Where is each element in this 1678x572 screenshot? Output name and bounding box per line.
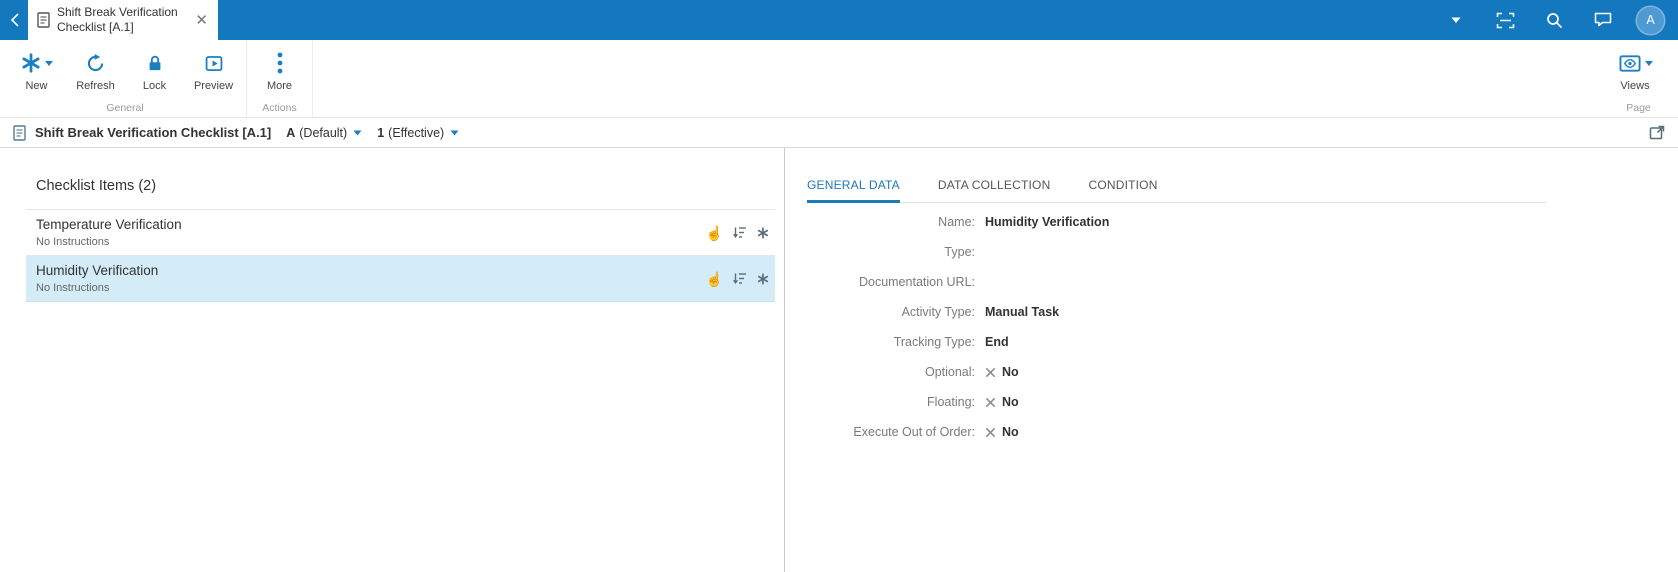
document-tab[interactable]: Shift Break Verification Checklist [A.1]… <box>28 0 218 40</box>
sort-order-icon[interactable] <box>733 226 747 239</box>
revision-status: (Default) <box>299 125 348 140</box>
manual-task-hand-icon: ☝ <box>705 224 723 241</box>
checklist-document-icon <box>13 124 26 141</box>
field-label: Activity Type: <box>901 305 975 319</box>
chevron-left-icon <box>10 13 19 27</box>
list-item-humidity-verification[interactable]: Humidity Verification No Instructions ☝ <box>26 256 775 302</box>
field-documentation-url: Documentation URL: <box>807 267 1678 297</box>
new-asterisk-icon <box>22 53 40 73</box>
back-button[interactable] <box>0 0 28 40</box>
user-avatar[interactable]: A <box>1637 6 1664 34</box>
tab-data-collection[interactable]: DATA COLLECTION <box>938 178 1051 202</box>
field-label: Tracking Type: <box>893 335 975 349</box>
tab-condition[interactable]: CONDITION <box>1088 178 1157 202</box>
ribbon-group-general: New Refresh Lock Preview General <box>4 40 247 117</box>
field-type: Type: <box>807 237 1678 267</box>
details-panel: GENERAL DATA DATA COLLECTION CONDITION N… <box>785 148 1678 572</box>
revision-selector[interactable]: A (Default) <box>286 126 362 140</box>
field-tracking-type: Tracking Type: End <box>807 327 1678 357</box>
boolean-value: No <box>1002 425 1019 439</box>
checklist-items-panel: Checklist Items (2) Temperature Verifica… <box>0 148 785 572</box>
general-data-form: Name: Humidity Verification Type: Docume… <box>807 207 1678 447</box>
field-value: End <box>985 335 1009 349</box>
revision-caret-icon <box>353 130 362 136</box>
field-label: Floating: <box>927 395 975 409</box>
manual-task-hand-icon: ☝ <box>705 270 723 287</box>
more-ellipsis-icon <box>277 49 283 77</box>
ribbon-group-page: Views Page <box>1599 40 1678 117</box>
field-label: Documentation URL: <box>858 275 975 289</box>
topbar-actions: A <box>1418 0 1678 40</box>
boolean-value: No <box>1002 395 1019 409</box>
ribbon-toolbar: New Refresh Lock Preview General More Ac… <box>0 40 1678 118</box>
item-instructions: No Instructions <box>36 282 110 294</box>
lock-icon <box>145 49 165 77</box>
field-label: Optional: <box>924 365 975 379</box>
version-caret-icon <box>450 130 459 136</box>
views-dropdown-caret-icon <box>1644 60 1653 66</box>
main-content: Checklist Items (2) Temperature Verifica… <box>0 148 1678 572</box>
top-app-bar: Shift Break Verification Checklist [A.1]… <box>0 0 1678 40</box>
version-value: 1 <box>377 125 385 140</box>
chevron-down-icon[interactable] <box>1445 9 1467 31</box>
field-value: No <box>985 395 1019 409</box>
item-name: Temperature Verification <box>36 217 182 232</box>
breadcrumb-title: Shift Break Verification Checklist [A.1] <box>35 125 272 140</box>
details-tabs: GENERAL DATA DATA COLLECTION CONDITION <box>807 178 1546 203</box>
field-execute-out-of-order: Execute Out of Order: No <box>807 417 1678 447</box>
views-eye-icon <box>1619 54 1640 72</box>
item-action-icons: ☝ <box>706 226 769 240</box>
field-label: Execute Out of Order: <box>853 425 975 439</box>
checklist-item-list: Temperature Verification No Instructions… <box>26 209 775 302</box>
ribbon-group-actions: More Actions <box>247 40 313 117</box>
checklist-items-heading: Checklist Items (2) <box>36 178 157 194</box>
revision-value: A <box>286 125 296 140</box>
field-name: Name: Humidity Verification <box>807 207 1678 237</box>
document-icon <box>37 12 50 28</box>
tab-general-data[interactable]: GENERAL DATA <box>807 178 900 203</box>
search-icon[interactable] <box>1543 9 1565 31</box>
asterisk-icon <box>757 272 769 285</box>
item-name: Humidity Verification <box>36 263 159 278</box>
field-label: Name: <box>938 215 975 229</box>
breadcrumb-bar: Shift Break Verification Checklist [A.1]… <box>0 118 1678 148</box>
ribbon-spacer <box>313 40 1599 117</box>
boolean-value: No <box>1002 365 1019 379</box>
item-instructions: No Instructions <box>36 236 110 248</box>
sort-order-icon[interactable] <box>733 272 747 285</box>
preview-play-icon <box>203 49 225 77</box>
x-mark-icon <box>985 427 996 438</box>
x-mark-icon <box>985 367 996 378</box>
version-status: (Effective) <box>388 125 445 140</box>
field-value: No <box>985 365 1019 379</box>
document-tab-title: Shift Break Verification Checklist [A.1] <box>57 5 178 34</box>
field-label: Type: <box>944 245 975 259</box>
ribbon-group-label-page: Page <box>1626 102 1651 114</box>
ribbon-group-label-actions: Actions <box>262 102 297 114</box>
version-selector[interactable]: 1 (Effective) <box>377 126 459 140</box>
field-value: No <box>985 425 1019 439</box>
asterisk-icon <box>757 226 769 239</box>
scan-icon[interactable] <box>1494 9 1516 31</box>
chat-icon[interactable] <box>1592 9 1614 31</box>
field-activity-type: Activity Type: Manual Task <box>807 297 1678 327</box>
field-floating: Floating: No <box>807 387 1678 417</box>
list-item-temperature-verification[interactable]: Temperature Verification No Instructions… <box>26 210 775 256</box>
field-optional: Optional: No <box>807 357 1678 387</box>
field-value: Humidity Verification <box>985 215 1110 229</box>
field-value: Manual Task <box>985 305 1060 319</box>
refresh-icon <box>85 49 106 77</box>
close-tab-icon[interactable]: ✕ <box>192 12 211 29</box>
ribbon-group-label-general: General <box>106 102 144 114</box>
item-action-icons: ☝ <box>706 272 769 286</box>
new-dropdown-caret-icon <box>45 60 53 66</box>
x-mark-icon <box>985 397 996 408</box>
open-new-window-icon[interactable] <box>1649 125 1665 140</box>
